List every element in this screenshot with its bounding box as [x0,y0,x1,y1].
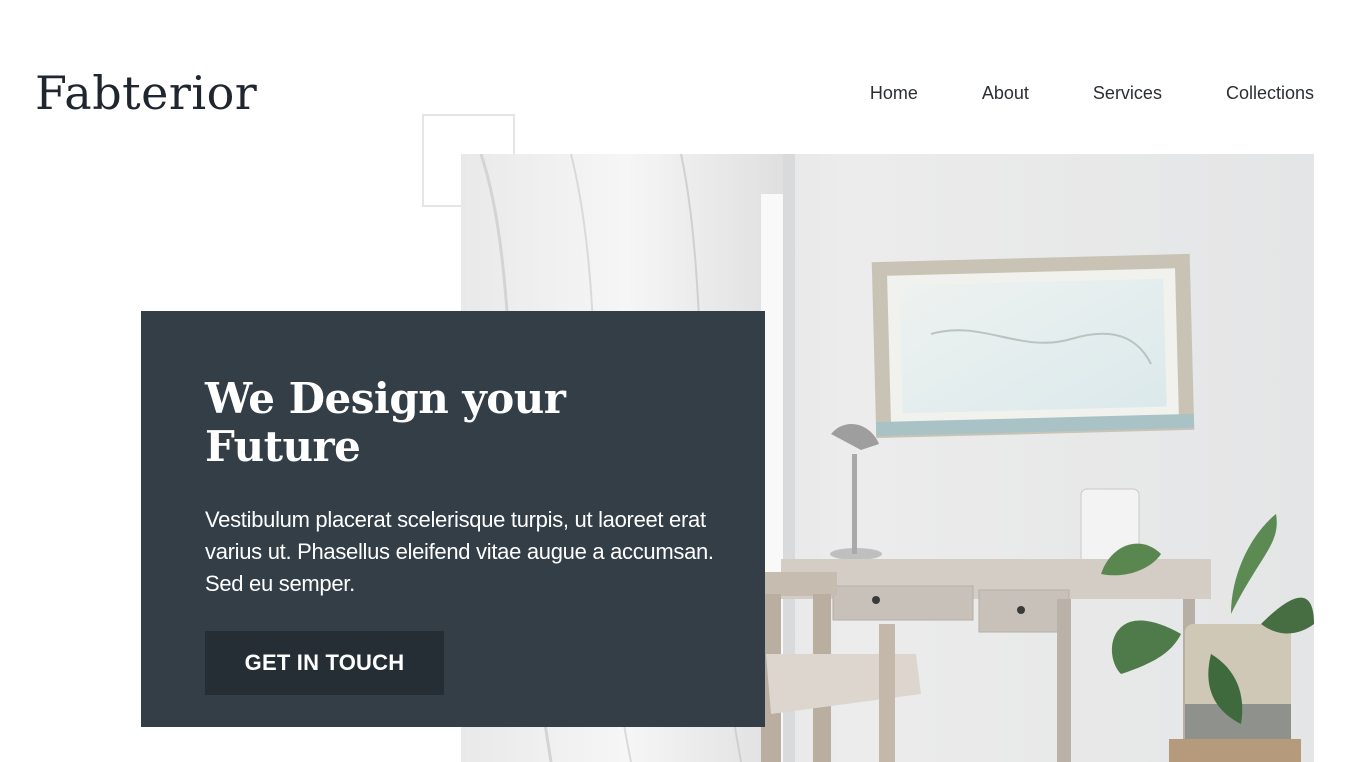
nav-home[interactable]: Home [870,83,918,104]
main-nav: Home About Services Collections [870,83,1314,104]
page: Fabterior Home About Services Collection… [0,0,1348,762]
site-logo[interactable]: Fabterior [35,66,257,120]
hero-card: We Design your Future Vestibulum placera… [141,311,765,727]
hero-description: Vestibulum placerat scelerisque turpis, … [205,507,714,596]
hero-title: We Design your Future [205,374,566,471]
nav-collections[interactable]: Collections [1226,83,1314,104]
nav-about[interactable]: About [982,83,1029,104]
get-in-touch-button[interactable]: GET IN TOUCH [205,631,444,695]
nav-services[interactable]: Services [1093,83,1162,104]
